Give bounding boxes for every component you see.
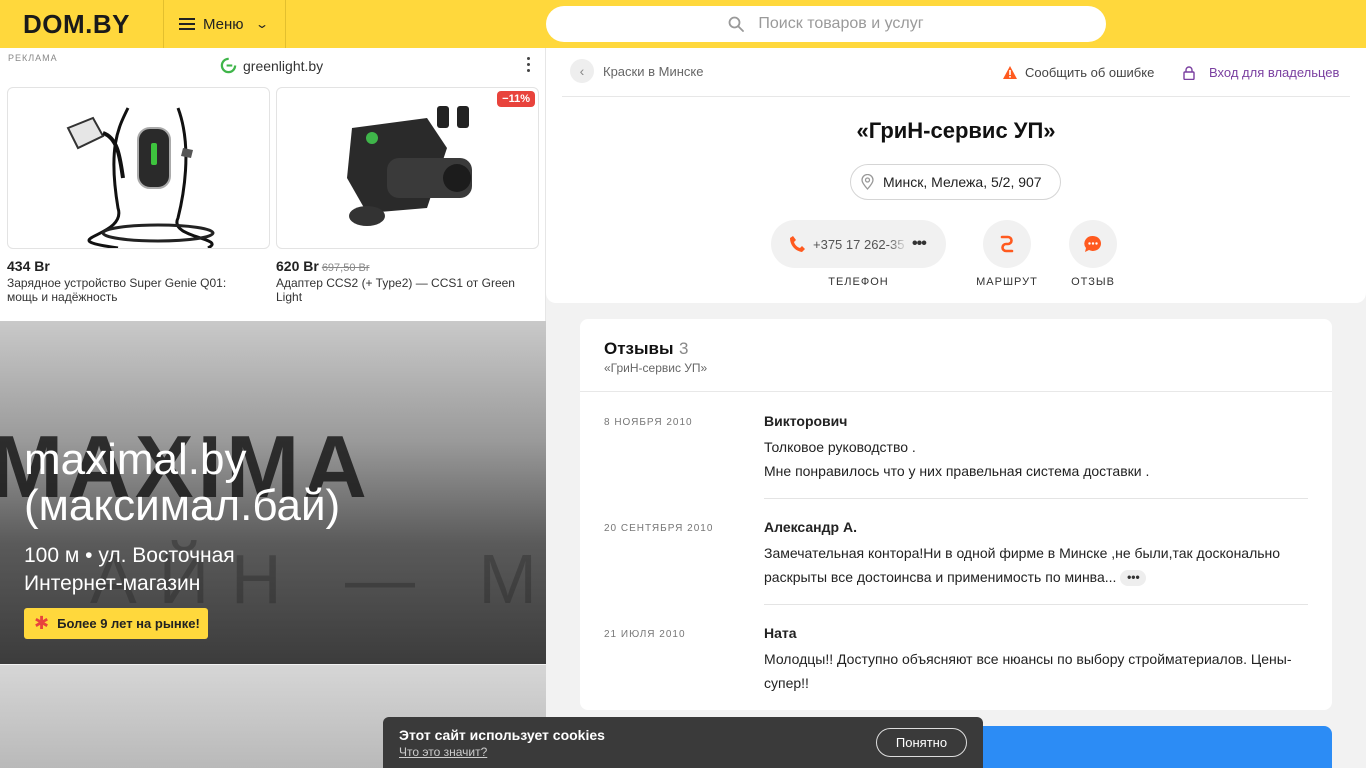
- breadcrumb-label[interactable]: Краски в Минске: [603, 64, 703, 79]
- review-date: 8 НОЯБРЯ 2010: [604, 417, 693, 428]
- promo-title: maximal.by (максимал.бай): [24, 435, 341, 530]
- site-logo[interactable]: DOM.BY: [23, 9, 130, 40]
- star-icon: ✱: [34, 613, 50, 633]
- ad-brand-link[interactable]: greenlight.by: [220, 57, 323, 74]
- company-card: ‹ Краски в Минске Сообщить об ошибке Вхо…: [546, 48, 1366, 303]
- promo-category: Интернет-магазин: [24, 572, 201, 595]
- greenlight-logo-icon: [220, 57, 237, 74]
- report-error-link[interactable]: Сообщить об ошибке: [1003, 65, 1154, 80]
- phone-icon: [790, 236, 805, 252]
- review-author: Викторович: [764, 413, 848, 429]
- promo-location: 100 м • ул. Восточная: [24, 544, 235, 567]
- more-dots-icon[interactable]: •••: [912, 235, 927, 253]
- review-text-wrap: Замечательная контора!Ни в одной фирме в…: [764, 541, 1294, 589]
- review-date: 20 СЕНТЯБРЯ 2010: [604, 523, 714, 534]
- ccs-adapter-image: [347, 106, 472, 226]
- cookie-accept-button[interactable]: Понятно: [876, 728, 967, 757]
- product-card[interactable]: [7, 87, 270, 249]
- ad-block: РЕКЛАМА greenlight.by −11% 434 Br Зарядн…: [0, 48, 546, 321]
- search-placeholder: Поиск товаров и услуг: [758, 15, 924, 32]
- ad-label: РЕКЛАМА: [8, 53, 58, 63]
- review-action-label: ОТЗЫВ: [1071, 276, 1115, 288]
- promo-banner[interactable]: MAXIMA АЙН — М maximal.by (максимал.бай)…: [0, 321, 546, 664]
- address-button[interactable]: Минск, Мележа, 5/2, 907: [850, 164, 1061, 200]
- hamburger-icon: [179, 18, 195, 30]
- ad-brand-name: greenlight.by: [243, 57, 324, 74]
- product-price: 620 Br 697,50 Br: [276, 258, 370, 274]
- review-author: Ната: [764, 625, 797, 641]
- review-date: 21 ИЮЛЯ 2010: [604, 629, 686, 640]
- chevron-down-icon: ⌄: [254, 17, 269, 31]
- promo-badge-label: Более 9 лет на рынке!: [57, 616, 200, 631]
- phone-number: +375 17 262-35: [813, 236, 905, 252]
- location-pin-icon: [861, 174, 874, 190]
- more-options-icon[interactable]: [520, 57, 536, 75]
- reviews-count: 3: [679, 339, 689, 358]
- review-text: Молодцы!! Доступно объясняют все нюансы …: [764, 651, 1292, 691]
- divider: [580, 391, 1332, 392]
- divider: [562, 96, 1350, 97]
- route-action-label: МАРШРУТ: [976, 276, 1038, 288]
- phone-action-label: ТЕЛЕФОН: [828, 276, 889, 288]
- lock-icon: [1183, 65, 1195, 80]
- cookie-info-link[interactable]: Что это значит?: [399, 745, 487, 759]
- reviews-title: Отзывы: [604, 339, 674, 358]
- route-button[interactable]: [983, 220, 1031, 268]
- breadcrumb[interactable]: ‹ Краски в Минске: [570, 59, 703, 83]
- cookie-title: Этот сайт использует cookies: [399, 727, 605, 743]
- back-arrow-icon[interactable]: ‹: [570, 59, 594, 83]
- product-card[interactable]: −11%: [276, 87, 539, 249]
- reviews-section: Отзывы 3 «ГриН-сервис УП» 8 НОЯБРЯ 2010 …: [580, 319, 1332, 710]
- search-input[interactable]: Поиск товаров и услуг: [546, 6, 1106, 42]
- product-title[interactable]: Зарядное устройство Super Genie Q01: мощ…: [7, 276, 257, 304]
- search-icon: [729, 16, 745, 32]
- review-author: Александр А.: [764, 519, 857, 535]
- review-separator: [764, 498, 1308, 499]
- review-text: Замечательная контора!Ни в одной фирме в…: [764, 545, 1281, 585]
- review-separator: [764, 604, 1308, 605]
- owners-login-label: Вход для владельцев: [1209, 65, 1340, 80]
- ev-charger-image: [66, 107, 215, 248]
- header-divider: [285, 0, 286, 48]
- menu-button[interactable]: Меню ⌄: [163, 0, 285, 48]
- address-label: Минск, Мележа, 5/2, 907: [883, 174, 1042, 190]
- top-header: DOM.BY Меню ⌄ Поиск товаров и услуг: [0, 0, 1366, 48]
- product-title[interactable]: Адаптер CCS2 (+ Type2) — CCS1 от Green L…: [276, 276, 526, 304]
- review-text: Толковое руководство . Мне понравилось ч…: [764, 439, 1150, 479]
- reviews-subtitle: «ГриН-сервис УП»: [604, 361, 708, 375]
- old-price: 697,50 Br: [321, 262, 370, 274]
- product-price: 434 Br: [7, 258, 50, 274]
- chat-bubble-icon: [1084, 235, 1101, 252]
- cookie-banner: Этот сайт использует cookies Что это зна…: [383, 717, 983, 768]
- expand-review-button[interactable]: •••: [1120, 570, 1147, 587]
- warning-icon: [1003, 66, 1017, 79]
- route-icon: [1000, 235, 1014, 253]
- discount-badge: −11%: [497, 91, 535, 107]
- report-error-label: Сообщить об ошибке: [1025, 65, 1155, 80]
- owners-login-link[interactable]: Вход для владельцев: [1183, 65, 1339, 80]
- menu-label: Меню: [203, 15, 244, 33]
- company-name: «ГриН-сервис УП»: [856, 118, 1056, 143]
- review-button[interactable]: [1069, 220, 1117, 268]
- phone-button[interactable]: +375 17 262-35 •••: [771, 220, 946, 268]
- promo-badge: ✱ Более 9 лет на рынке!: [24, 608, 208, 639]
